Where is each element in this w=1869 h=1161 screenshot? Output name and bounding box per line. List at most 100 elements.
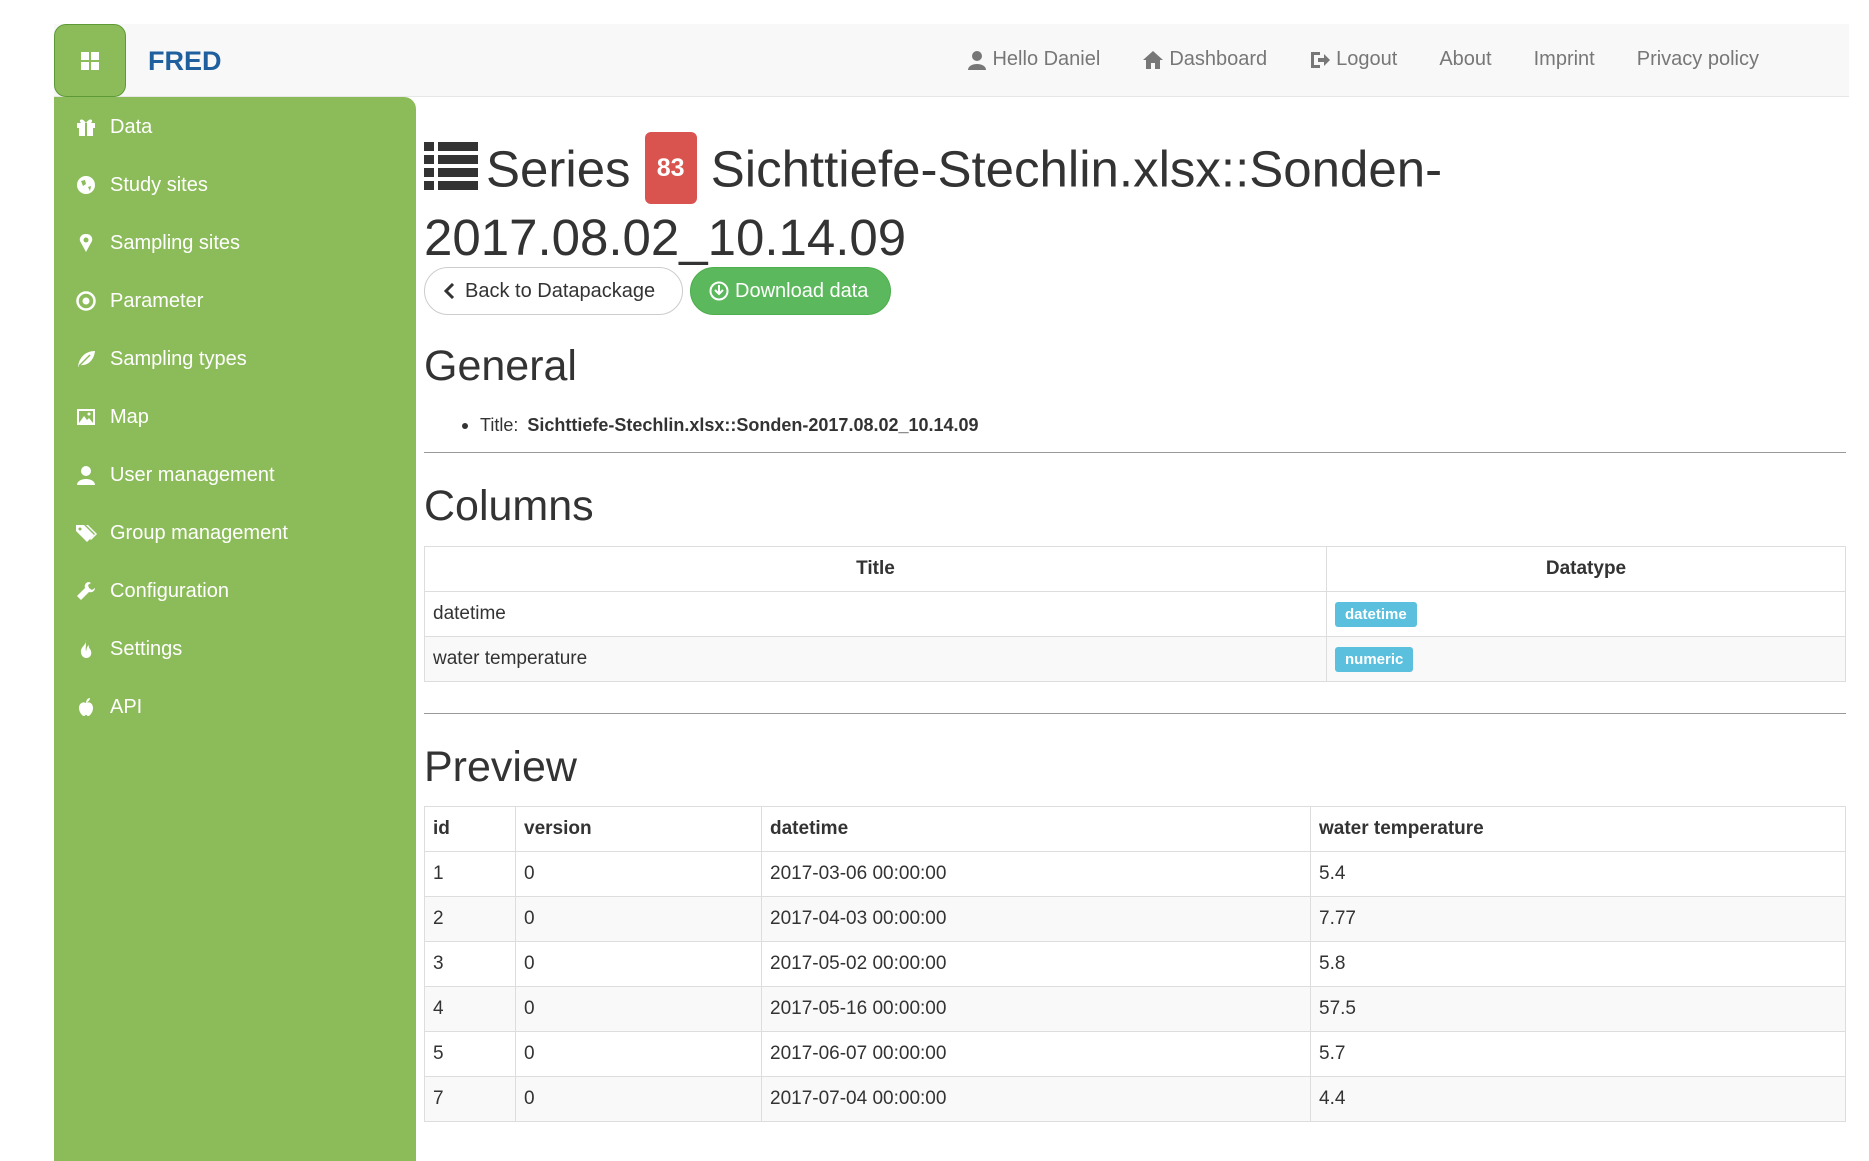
map-marker-icon — [74, 231, 98, 255]
divider — [424, 713, 1846, 714]
general-title-value: Sichttiefe-Stechlin.xlsx::Sonden-2017.08… — [527, 415, 979, 435]
sidebar-item-user-management[interactable]: User management — [54, 450, 416, 500]
sidebar-item-sampling-types[interactable]: Sampling types — [54, 334, 416, 384]
cell-id: 1 — [424, 851, 516, 897]
nav-dashboard-label: Dashboard — [1169, 48, 1268, 70]
sidebar-item-study-sites[interactable]: Study sites — [54, 160, 416, 210]
sidebar-item-label: User management — [110, 463, 275, 486]
cell-version: 0 — [515, 941, 762, 987]
sidebar-item-parameter[interactable]: Parameter — [54, 276, 416, 326]
wrench-icon — [74, 579, 98, 603]
table-row: 3 0 2017-05-02 00:00:00 5.8 — [424, 941, 1846, 987]
preview-heading: Preview — [424, 743, 577, 791]
fire-icon — [74, 637, 98, 661]
preview-header-id: id — [424, 806, 516, 852]
nav-logout[interactable]: Logout — [1309, 48, 1397, 71]
preview-header-version: version — [515, 806, 762, 852]
sidebar-item-label: Configuration — [110, 579, 229, 602]
column-datatype-cell: numeric — [1326, 636, 1846, 682]
nav-user-label: Hello Daniel — [992, 48, 1101, 70]
cell-id: 5 — [424, 1031, 516, 1077]
table-row: water temperature numeric — [424, 636, 1846, 682]
nav-logout-label: Logout — [1336, 48, 1398, 70]
tags-icon — [74, 521, 98, 545]
home-icon — [1143, 50, 1164, 69]
datatype-badge: datetime — [1335, 601, 1417, 627]
sidebar-item-map[interactable]: Map — [54, 392, 416, 442]
general-title-item: Title: Sichttiefe-Stechlin.xlsx::Sonden-… — [462, 415, 979, 436]
column-title-cell: datetime — [424, 591, 1327, 637]
sidebar: Data Study sites Sampling sites Paramete… — [54, 97, 416, 1161]
cell-datetime: 2017-03-06 00:00:00 — [761, 851, 1311, 897]
preview-header-datetime: datetime — [761, 806, 1311, 852]
preview-table: id version datetime water temperature 1 … — [424, 806, 1846, 1122]
sidebar-item-settings[interactable]: Settings — [54, 624, 416, 674]
cell-water-temperature: 5.4 — [1310, 851, 1846, 897]
cell-datetime: 2017-06-07 00:00:00 — [761, 1031, 1311, 1077]
top-navbar: FRED Hello Daniel Dashboard Logout About — [54, 24, 1849, 97]
bullet — [462, 423, 468, 430]
menu-toggle-button[interactable] — [54, 24, 126, 97]
sidebar-item-sampling-sites[interactable]: Sampling sites — [54, 218, 416, 268]
table-row: 2 0 2017-04-03 00:00:00 7.77 — [424, 896, 1846, 942]
sidebar-item-data[interactable]: Data — [54, 102, 416, 152]
general-title-label: Title: — [480, 415, 519, 435]
datatype-badge: numeric — [1335, 646, 1414, 672]
cell-version: 0 — [515, 1076, 762, 1122]
brand-logo[interactable]: FRED — [148, 46, 222, 77]
download-data-button[interactable]: Download data — [690, 267, 891, 315]
nav-imprint-label: Imprint — [1533, 48, 1595, 70]
back-button-label: Back to Datapackage — [465, 279, 656, 302]
cell-datetime: 2017-04-03 00:00:00 — [761, 896, 1311, 942]
cell-version: 0 — [515, 896, 762, 942]
logout-icon — [1311, 51, 1331, 68]
title-line2: 2017.08.02_10.14.09 — [424, 209, 907, 266]
cell-datetime: 2017-05-02 00:00:00 — [761, 941, 1311, 987]
table-row: 5 0 2017-06-07 00:00:00 5.7 — [424, 1031, 1846, 1077]
picture-icon — [74, 405, 98, 429]
cell-water-temperature: 5.8 — [1310, 941, 1846, 987]
cell-id: 3 — [424, 941, 516, 987]
table-row: datetime datetime — [424, 591, 1846, 637]
column-title-cell: water temperature — [424, 636, 1327, 682]
apple-icon — [74, 695, 98, 719]
preview-header-water-temperature: water temperature — [1310, 806, 1846, 852]
sidebar-item-api[interactable]: API — [54, 682, 416, 732]
columns-heading: Columns — [424, 482, 594, 530]
cell-datetime: 2017-05-16 00:00:00 — [761, 986, 1311, 1032]
nav-privacy-label: Privacy policy — [1636, 48, 1759, 70]
cell-version: 0 — [515, 986, 762, 1032]
grid-icon — [81, 51, 99, 70]
target-icon — [74, 289, 98, 313]
sidebar-item-label: Data — [110, 115, 153, 138]
cell-water-temperature: 7.77 — [1310, 896, 1846, 942]
download-icon — [709, 281, 729, 301]
sidebar-item-label: Map — [110, 405, 149, 428]
user-icon — [968, 50, 987, 70]
sidebar-item-label: API — [110, 695, 143, 718]
sidebar-item-label: Sampling sites — [110, 231, 241, 254]
page-title: Series 83 Sichttiefe-Stechlin.xlsx::Sond… — [424, 132, 1849, 267]
nav-imprint[interactable]: Imprint — [1534, 48, 1595, 71]
sidebar-item-label: Parameter — [110, 289, 204, 312]
column-header-title: Title — [424, 546, 1327, 592]
back-to-datapackage-button[interactable]: Back to Datapackage — [424, 267, 683, 315]
column-header-datatype: Datatype — [1326, 546, 1846, 592]
list-icon — [424, 142, 478, 191]
nav-dashboard[interactable]: Dashboard — [1142, 48, 1267, 71]
user-icon — [74, 463, 98, 487]
nav-user[interactable]: Hello Daniel — [967, 48, 1100, 71]
sidebar-item-group-management[interactable]: Group management — [54, 508, 416, 558]
nav-about[interactable]: About — [1439, 48, 1491, 71]
table-row: 4 0 2017-05-16 00:00:00 57.5 — [424, 986, 1846, 1032]
nav-privacy[interactable]: Privacy policy — [1637, 48, 1759, 71]
cell-version: 0 — [515, 851, 762, 897]
chevron-left-icon — [443, 283, 455, 299]
cell-water-temperature: 5.7 — [1310, 1031, 1846, 1077]
columns-table: Title Datatype datetime datetime water t… — [424, 546, 1846, 682]
table-row: 1 0 2017-03-06 00:00:00 5.4 — [424, 851, 1846, 897]
table-row: 7 0 2017-07-04 00:00:00 4.4 — [424, 1076, 1846, 1122]
cell-id: 2 — [424, 896, 516, 942]
column-datatype-cell: datetime — [1326, 591, 1846, 637]
sidebar-item-configuration[interactable]: Configuration — [54, 566, 416, 616]
